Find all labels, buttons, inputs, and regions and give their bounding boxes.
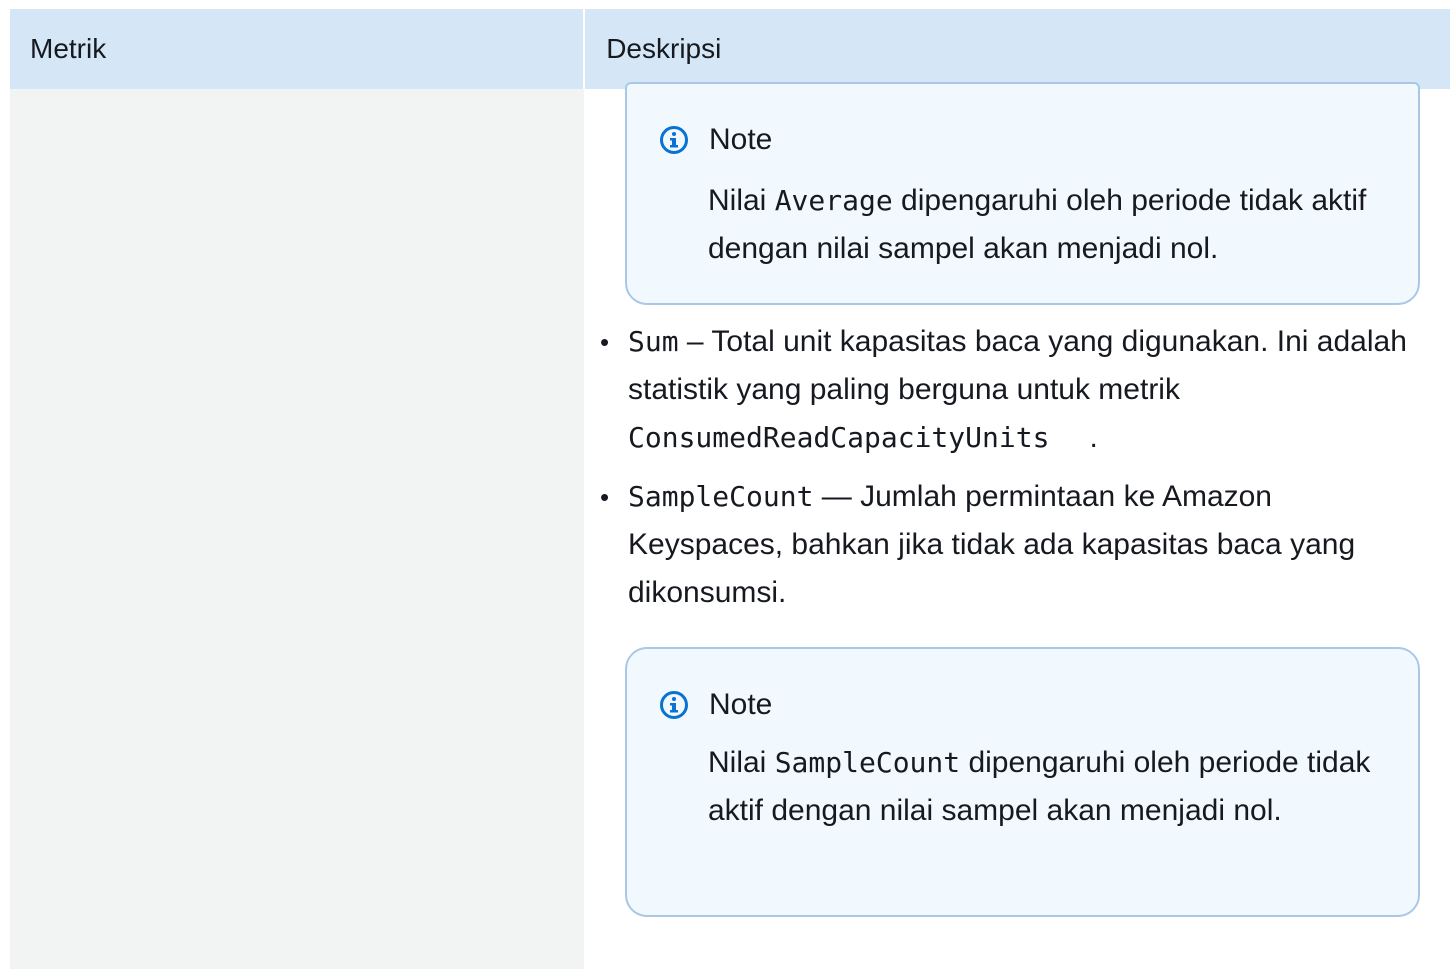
note-code-samplecount: SampleCount: [774, 746, 961, 779]
note-text-prefix: Nilai: [708, 746, 775, 779]
list-item-text: – Total unit kapasitas baca yang digunak…: [628, 325, 1407, 406]
statistics-list: Sum – Total unit kapasitas baca yang dig…: [600, 318, 1420, 628]
note-code-average: Average: [774, 184, 893, 217]
note-title: Note: [709, 688, 773, 721]
note-text: Nilai Average dipengaruhi oleh periode t…: [708, 177, 1382, 273]
code-samplecount: SampleCount: [628, 480, 814, 513]
list-item-tail: .: [1089, 421, 1098, 454]
note-title: Note: [709, 123, 773, 156]
column-header-description: Deskripsi: [585, 9, 1450, 89]
list-item-sum: Sum – Total unit kapasitas baca yang dig…: [600, 318, 1420, 462]
note-header: Note: [659, 120, 772, 160]
note-text-prefix: Nilai: [708, 184, 775, 217]
note-text: Nilai SampleCount dipengaruhi oleh perio…: [708, 739, 1382, 835]
note-box-average: Note Nilai Average dipengaruhi oleh peri…: [625, 82, 1420, 305]
info-icon: [660, 126, 688, 154]
metric-cell: [10, 89, 584, 969]
note-box-samplecount: Note Nilai SampleCount dipengaruhi oleh …: [625, 647, 1420, 917]
list-item-samplecount: SampleCount — Jumlah permintaan ke Amazo…: [600, 473, 1420, 617]
column-header-metric: Metrik: [10, 9, 584, 89]
note-header: Note: [659, 685, 772, 725]
code-sum: Sum: [628, 325, 679, 358]
info-icon: [660, 691, 688, 719]
table-header-row: Metrik Deskripsi: [10, 9, 1450, 89]
code-consumed-read-capacity-units: ConsumedReadCapacityUnits: [628, 421, 1050, 454]
